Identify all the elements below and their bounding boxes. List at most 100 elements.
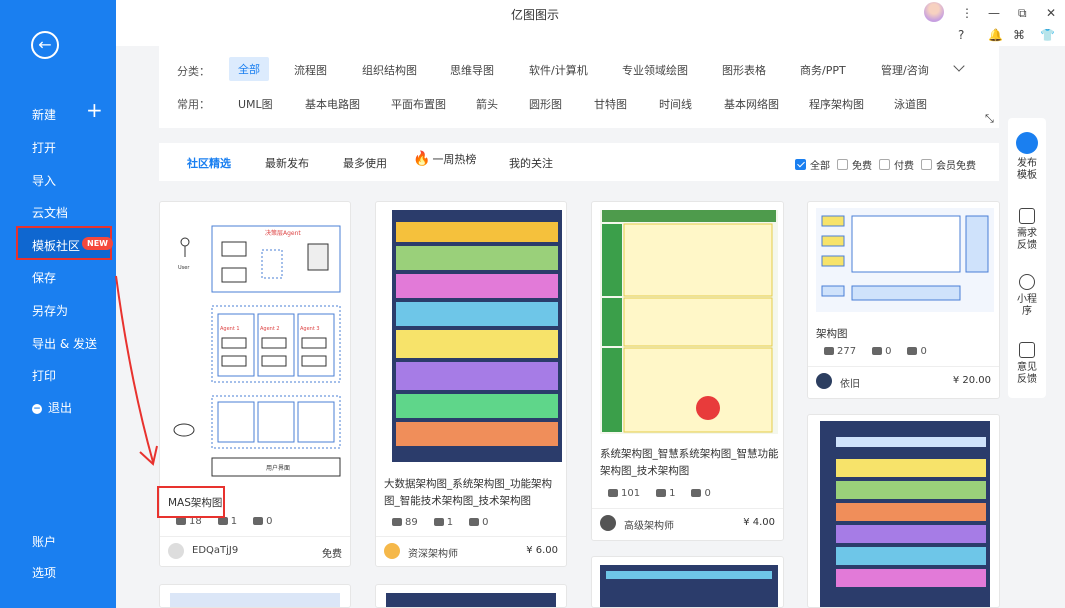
card-title[interactable]: 系统架构图_智慧系统架构图_智慧功能架构图_技术架构图 xyxy=(600,446,780,480)
common-uml[interactable]: UML图 xyxy=(238,96,273,112)
common-timeline[interactable]: 时间线 xyxy=(659,96,692,112)
apps-icon[interactable]: ⌘ xyxy=(1013,28,1025,42)
tab-featured[interactable]: 社区精选 xyxy=(187,155,231,171)
annotation-highlight xyxy=(157,486,225,518)
template-card[interactable]: 大数据架构图_系统架构图_功能架构图_智能技术架构图_技术架构图 89 1 0 … xyxy=(375,201,567,567)
filter-free[interactable]: 免费 xyxy=(837,157,872,172)
minimize-button[interactable]: — xyxy=(988,6,1000,20)
skin-icon[interactable]: 👕 xyxy=(1040,28,1055,42)
checkbox[interactable] xyxy=(921,159,932,170)
card-price: ¥ 6.00 xyxy=(526,545,558,556)
restore-button[interactable]: ⧉ xyxy=(1018,6,1027,21)
chat-icon xyxy=(1019,342,1035,358)
filter-member-free[interactable]: 会员免费 xyxy=(921,157,976,172)
eye-icon xyxy=(392,518,402,526)
filter-all[interactable]: 全部 xyxy=(795,157,830,172)
expand-icon[interactable]: ⤡ xyxy=(985,112,994,126)
more-icon[interactable]: ⋮ xyxy=(961,6,973,20)
thumbs-up-icon xyxy=(691,489,702,497)
card-stats: 277 0 0 xyxy=(824,346,927,357)
category-software[interactable]: 软件/计算机 xyxy=(529,62,588,78)
template-thumbnail xyxy=(170,593,340,607)
common-gantt[interactable]: 甘特图 xyxy=(594,96,627,112)
likes-count: 0 xyxy=(469,517,488,528)
tab-weekly-hot[interactable]: 🔥 一周热榜 xyxy=(413,151,476,167)
card-price: ¥ 4.00 xyxy=(743,517,775,528)
common-arrow[interactable]: 箭头 xyxy=(476,96,498,112)
card-title[interactable]: 大数据架构图_系统架构图_功能架构图_智能技术架构图_技术架构图 xyxy=(384,476,560,510)
publish-template-button[interactable]: 发布模板 xyxy=(1008,132,1046,182)
common-network[interactable]: 基本网络图 xyxy=(724,96,779,112)
svg-text:Agent 1: Agent 1 xyxy=(220,326,240,332)
publish-icon xyxy=(1016,132,1038,154)
common-label: 常用： xyxy=(177,98,210,111)
card-footer: EDQaTjJ9 免费 xyxy=(160,536,350,566)
checkbox[interactable] xyxy=(879,159,890,170)
common-swimlane[interactable]: 泳道图 xyxy=(894,96,927,112)
help-icon[interactable]: ? xyxy=(958,28,964,42)
app-title: 亿图图示 xyxy=(511,8,560,22)
card-stats: 89 1 0 xyxy=(392,517,488,528)
document-icon xyxy=(1019,208,1035,224)
tab-following[interactable]: 我的关注 xyxy=(509,155,553,171)
template-card[interactable] xyxy=(375,584,567,608)
tab-most-used[interactable]: 最多使用 xyxy=(343,155,387,171)
author-avatar[interactable] xyxy=(384,543,400,559)
category-all[interactable]: 全部 xyxy=(229,57,269,81)
template-thumbnail xyxy=(816,208,994,312)
title-bar: 亿图图示 ⋮ — ⧉ ✕ xyxy=(116,0,1065,28)
svg-text:用户界面: 用户界面 xyxy=(266,464,290,472)
bell-icon[interactable]: 🔔 xyxy=(988,28,1003,42)
author-name[interactable]: 资深架构师 xyxy=(408,545,458,560)
chevron-down-icon[interactable] xyxy=(953,60,965,72)
feedback-button[interactable]: 意见反馈 xyxy=(1008,342,1046,386)
svg-text:User: User xyxy=(178,265,190,271)
copy-icon xyxy=(872,347,883,355)
thumbs-up-icon xyxy=(907,347,918,355)
author-avatar[interactable] xyxy=(600,515,616,531)
author-name[interactable]: 依旧 xyxy=(840,375,860,390)
author-name[interactable]: 高级架构师 xyxy=(624,517,674,532)
close-button[interactable]: ✕ xyxy=(1046,6,1056,20)
filter-paid[interactable]: 付费 xyxy=(879,157,914,172)
template-card[interactable] xyxy=(591,556,784,608)
common-floorplan[interactable]: 平面布置图 xyxy=(391,96,446,112)
tab-latest[interactable]: 最新发布 xyxy=(265,155,309,171)
copy-icon xyxy=(433,518,444,526)
category-flowchart[interactable]: 流程图 xyxy=(294,62,327,78)
user-avatar[interactable] xyxy=(924,2,944,22)
card-price: ¥ 20.00 xyxy=(952,375,991,386)
template-card[interactable] xyxy=(159,584,351,608)
request-feedback-button[interactable]: 需求反馈 xyxy=(1008,208,1046,252)
author-avatar[interactable] xyxy=(816,373,832,389)
floating-toolbar: 发布模板 需求反馈 小程序 意见反馈 xyxy=(1008,118,1046,398)
template-thumbnail xyxy=(392,210,562,462)
category-professional[interactable]: 专业领域绘图 xyxy=(622,62,688,78)
template-thumbnail xyxy=(600,210,778,434)
checkbox[interactable] xyxy=(795,159,806,170)
checkbox[interactable] xyxy=(837,159,848,170)
template-card[interactable]: 系统架构图_智慧系统架构图_智慧功能架构图_技术架构图 101 1 0 高级架构… xyxy=(591,201,784,541)
template-card[interactable] xyxy=(807,414,1000,608)
thumbs-up-icon xyxy=(469,518,480,526)
svg-text:Agent 3: Agent 3 xyxy=(300,326,320,332)
common-program-arch[interactable]: 程序架构图 xyxy=(809,96,864,112)
author-name[interactable]: EDQaTjJ9 xyxy=(192,545,238,556)
common-circle[interactable]: 圆形图 xyxy=(529,96,562,112)
mini-program-icon xyxy=(1019,274,1035,290)
copies-count: 1 xyxy=(656,488,675,499)
mini-program-button[interactable]: 小程序 xyxy=(1008,274,1046,318)
category-mindmap[interactable]: 思维导图 xyxy=(450,62,494,78)
template-card[interactable]: 架构图 277 0 0 依旧 ¥ 20.00 xyxy=(807,201,1000,399)
card-title[interactable]: 架构图 xyxy=(816,326,848,343)
template-thumbnail xyxy=(600,565,778,607)
card-footer: 依旧 ¥ 20.00 xyxy=(808,366,999,396)
category-org[interactable]: 组织结构图 xyxy=(362,62,417,78)
category-graphic-table[interactable]: 图形表格 xyxy=(722,62,766,78)
author-avatar[interactable] xyxy=(168,543,184,559)
category-business[interactable]: 商务/PPT xyxy=(800,62,846,78)
eye-icon xyxy=(176,517,186,525)
card-footer: 高级架构师 ¥ 4.00 xyxy=(592,508,783,538)
category-management[interactable]: 管理/咨询 xyxy=(881,62,929,78)
common-circuit[interactable]: 基本电路图 xyxy=(305,96,360,112)
